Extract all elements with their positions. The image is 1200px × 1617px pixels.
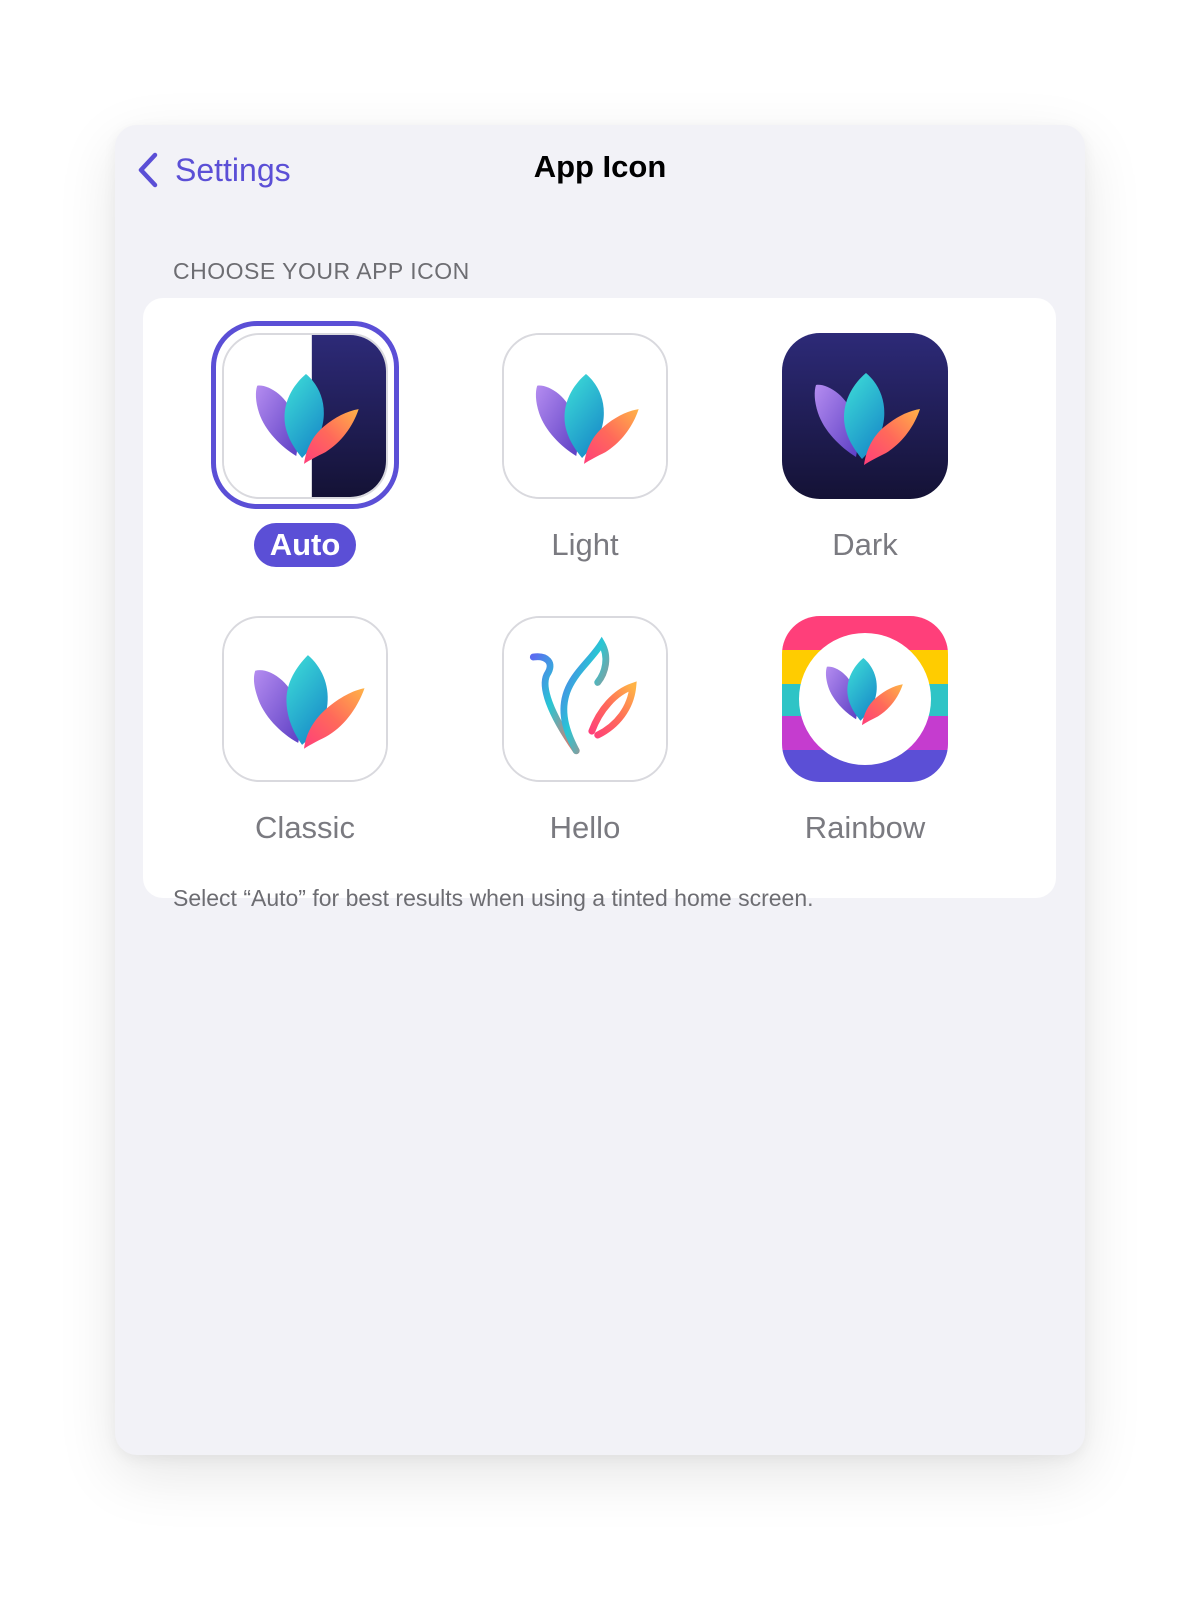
lotus-classic-icon [222,616,388,782]
icon-option-label: Classic [255,810,355,845]
icon-option-label: Rainbow [804,810,926,845]
icon-option-rainbow[interactable]: Rainbow [765,616,965,850]
icon-option-label: Dark [832,527,898,562]
icon-option-label: Light [551,527,619,562]
page-title: App Icon [533,149,667,184]
icon-option-hello[interactable]: Hello [485,616,685,850]
icon-option-dark[interactable]: Dark [765,333,965,567]
icon-option-auto[interactable]: Auto [205,321,405,567]
app-icon-settings-window: Settings App Icon CHOOSE YOUR APP ICON A… [115,125,1085,1455]
icon-option-label: Auto [253,523,357,567]
section-footer-note: Select “Auto” for best results when usin… [173,885,814,911]
lotus-rainbow-icon [782,616,948,782]
lotus-dark-icon [782,333,948,499]
icon-option-classic[interactable]: Classic [205,616,405,850]
section-header: CHOOSE YOUR APP ICON [173,258,470,284]
lotus-light-icon [502,333,668,499]
navigation-bar: Settings App Icon [115,125,1085,225]
lotus-hello-icon [502,616,668,782]
lotus-auto-icon [222,333,388,499]
icon-grid-card: Auto Light Dark Classic Hello Rainbow [143,298,1056,898]
icon-option-light[interactable]: Light [485,333,685,567]
icon-option-label: Hello [549,810,621,845]
